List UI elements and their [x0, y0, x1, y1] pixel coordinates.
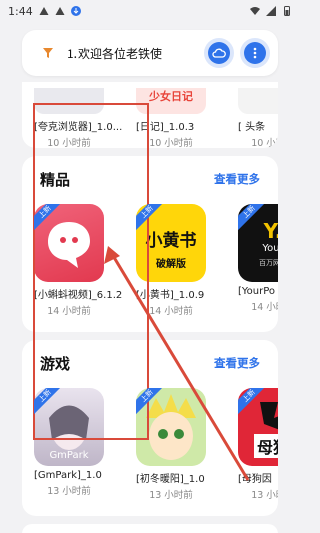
warning-icon	[55, 7, 65, 15]
header-bar: ⒈欢迎各位老铁使	[22, 30, 278, 76]
new-badge: 上新	[34, 204, 63, 233]
app-icon-footer: 百万网黄	[259, 258, 278, 267]
app-time: 14 小时前	[251, 302, 278, 313]
view-more-link[interactable]: 查看更多	[214, 171, 260, 187]
app-icon-label: 少女日记	[149, 90, 193, 103]
app-icon-subtitle: Your	[262, 242, 278, 254]
app-icon-label: 母狗	[253, 434, 278, 458]
cloud-icon	[208, 42, 230, 64]
app-icon: 上新 GmPark	[34, 388, 104, 466]
new-badge: 上新	[238, 388, 267, 417]
more-vertical-icon	[244, 42, 266, 64]
app-icon-subtitle: 破解版	[156, 259, 186, 270]
app-name: [GmPark]_1.0	[34, 470, 102, 481]
app-time: 13 小时前	[149, 490, 193, 501]
app-item[interactable]: 上新 [小蝌蚪视频]_6.1.2 14 小时前	[34, 204, 123, 317]
app-item[interactable]: 上新 母狗 [母狗因 13 小时前	[238, 388, 278, 501]
app-name: [日记]_1.0.3	[136, 122, 195, 133]
app-item[interactable]: 上新 小黄书 破解版 [小黄书]_1.0.9 14 小时前	[136, 204, 206, 317]
wifi-icon	[250, 7, 260, 15]
app-name: [母狗因	[238, 474, 272, 485]
app-name: [ 头条	[238, 122, 266, 133]
app-name: [初冬暖阳]_1.0	[136, 474, 205, 485]
section-games: 游戏 查看更多 上新 GmPark [GmPark]_1.0 13 小时前 上新	[22, 340, 278, 516]
app-item[interactable]: [夸克浏览器]_1.0... 10 小时前	[34, 88, 123, 148]
status-bar: 1:44	[0, 0, 300, 22]
cloud-button[interactable]	[204, 38, 234, 68]
app-name: [小黄书]_1.0.9	[136, 290, 205, 301]
signal-icon	[266, 6, 276, 16]
app-icon: 上新 Y. Your 百万网黄	[238, 204, 278, 282]
app-item[interactable]: 上新 Y. Your 百万网黄 [YourPo 14 小时前	[238, 204, 278, 317]
app-time: 10 小时前	[251, 138, 278, 148]
new-badge: 上新	[136, 388, 165, 417]
app-time: 10 小时前	[47, 138, 91, 148]
announcement-marquee: ⒈欢迎各位老铁使	[66, 46, 163, 61]
app-icon	[238, 88, 278, 114]
app-time: 13 小时前	[251, 490, 278, 501]
recent-apps-card: [夸克浏览器]_1.0... 10 小时前 少女日记 [日记]_1.0.3 10…	[22, 82, 278, 148]
app-icon: 上新	[34, 204, 104, 282]
warning-icon	[39, 7, 49, 15]
app-icon-label: GmPark	[49, 450, 89, 461]
new-badge: 上新	[238, 204, 267, 233]
view-more-link[interactable]: 查看更多	[214, 355, 260, 371]
app-name: [YourPo	[238, 286, 276, 297]
app-name: [夸克浏览器]_1.0...	[34, 122, 123, 133]
more-menu-button[interactable]	[240, 38, 270, 68]
app-icon: 少女日记	[136, 88, 206, 114]
battery-icon	[284, 6, 290, 16]
app-time: 13 小时前	[47, 486, 91, 497]
app-item[interactable]: [ 头条 10 小时前	[238, 88, 278, 148]
app-item[interactable]: 少女日记 [日记]_1.0.3 10 小时前	[136, 88, 206, 148]
next-section-card	[22, 524, 278, 533]
section-title: 游戏	[40, 354, 71, 373]
app-time: 14 小时前	[149, 306, 193, 317]
download-icon	[70, 6, 81, 16]
app-icon: 上新 母狗	[238, 388, 278, 466]
filter-icon[interactable]	[34, 39, 62, 67]
section-featured: 精品 查看更多 上新 [小蝌蚪视频]_6.1.2 14 小时前 上新 小黄书 破…	[22, 156, 278, 332]
section-title: 精品	[40, 170, 71, 189]
app-icon: 上新 小黄书 破解版	[136, 204, 206, 282]
app-icon: 上新	[136, 388, 206, 466]
app-time: 14 小时前	[47, 306, 91, 317]
app-name: [小蝌蚪视频]_6.1.2	[34, 290, 123, 301]
app-icon	[34, 88, 104, 114]
app-item[interactable]: 上新 GmPark [GmPark]_1.0 13 小时前	[34, 388, 104, 501]
new-badge: 上新	[34, 388, 63, 417]
app-item[interactable]: 上新 [初冬暖阳]_1.0 13 小时前	[136, 388, 206, 501]
new-badge: 上新	[136, 204, 165, 233]
status-time: 1:44	[8, 4, 33, 18]
app-time: 10 小时前	[149, 138, 193, 148]
